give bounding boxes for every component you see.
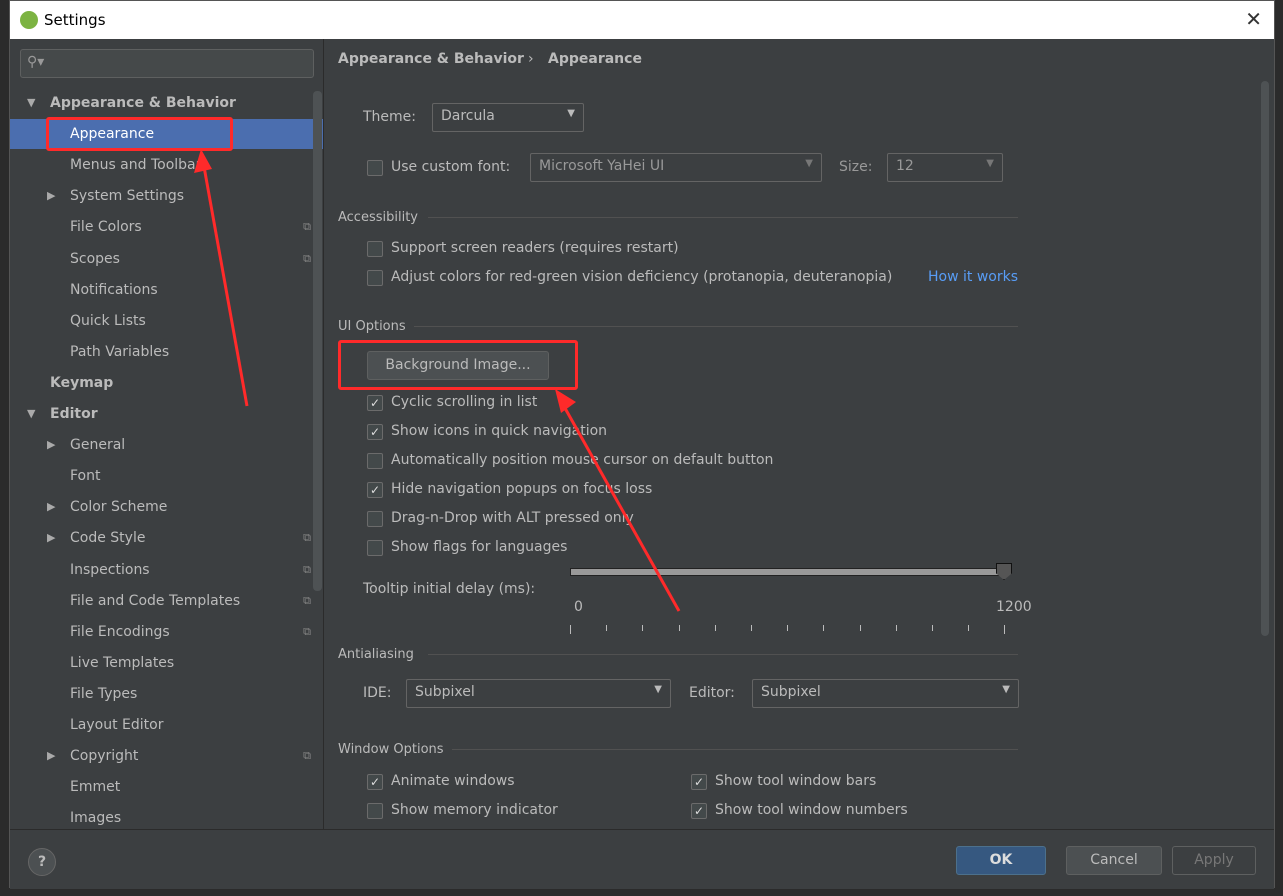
annotation-arrow bbox=[201, 160, 249, 407]
arrow-head bbox=[555, 389, 576, 413]
settings-dialog: Settings ✕ ⚲▾ ▼ Appearance & Behavior Appe… bbox=[9, 0, 1275, 889]
highlight-annotation bbox=[46, 117, 233, 151]
arrow-head bbox=[194, 149, 212, 173]
annotation-arrow bbox=[559, 400, 681, 612]
